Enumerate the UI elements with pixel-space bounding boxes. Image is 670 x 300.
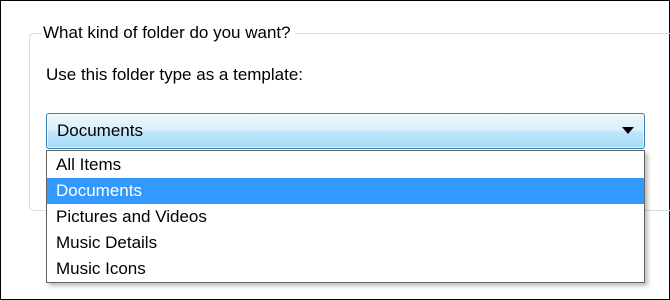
combobox-selected-value: Documents [57,121,143,140]
dropdown-option-documents[interactable]: Documents [47,178,644,204]
dialog-panel: What kind of folder do you want? Use thi… [0,0,670,300]
dropdown-option-music-details[interactable]: Music Details [47,230,644,256]
dropdown-option-music-icons[interactable]: Music Icons [47,256,644,282]
dropdown-option-pictures-and-videos[interactable]: Pictures and Videos [47,204,644,230]
groupbox-title: What kind of folder do you want? [41,22,295,44]
folder-template-combobox[interactable]: Documents [46,113,645,149]
chevron-down-icon[interactable] [622,127,634,134]
dropdown-option-all-items[interactable]: All Items [47,152,644,178]
template-label: Use this folder type as a template: [46,65,304,84]
folder-template-dropdown-list: All Items Documents Pictures and Videos … [46,150,645,283]
